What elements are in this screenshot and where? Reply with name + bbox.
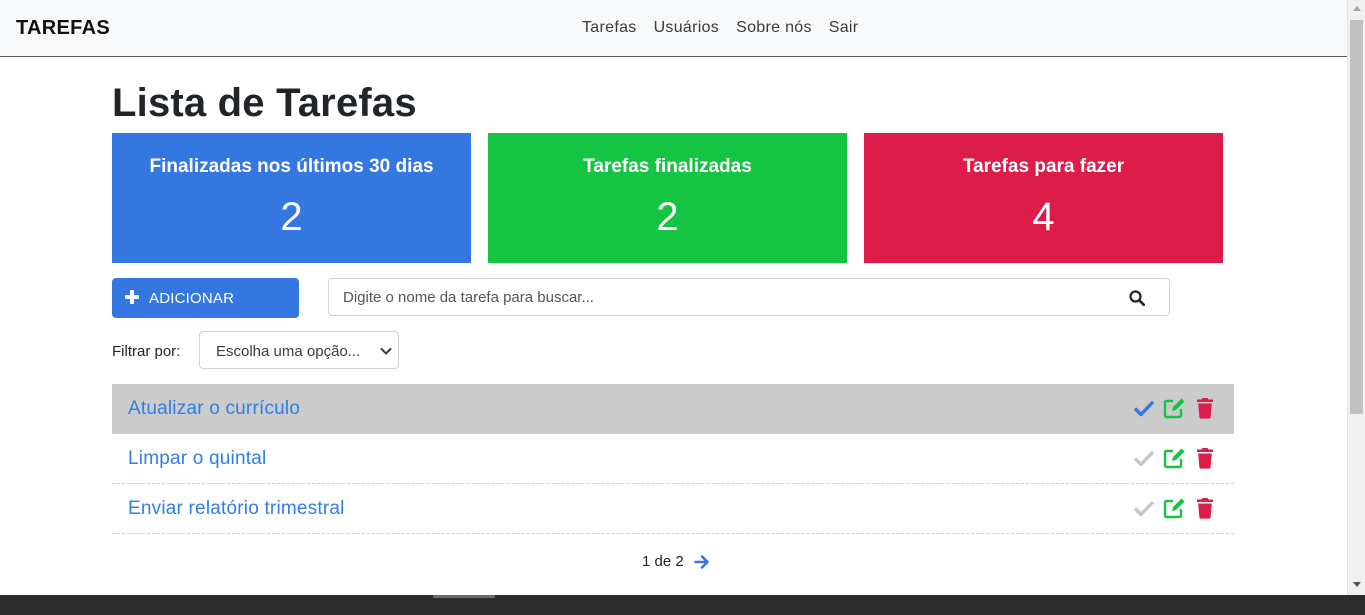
check-icon[interactable] [1133, 497, 1155, 519]
nav-link-tarefas[interactable]: Tarefas [582, 19, 637, 37]
stat-card-title: Finalizadas nos últimos 30 dias [149, 156, 434, 177]
brand-logo[interactable]: TAREFAS [16, 17, 110, 40]
pagination-text: 1 de 2 [642, 553, 684, 570]
filter-select-value: Escolha uma opção... [216, 343, 361, 360]
trash-icon[interactable] [1196, 447, 1214, 469]
scrollbar-thumb[interactable] [1350, 20, 1363, 414]
search-box [328, 278, 1170, 316]
chevron-down-icon [380, 347, 392, 355]
edit-icon[interactable] [1163, 397, 1186, 419]
arrow-right-icon[interactable] [694, 554, 710, 570]
stat-card-value: 4 [1032, 195, 1055, 239]
task-row: Limpar o quintal [112, 434, 1234, 484]
task-row: Enviar relatório trimestral [112, 484, 1234, 534]
stat-card-title: Tarefas para fazer [962, 156, 1125, 177]
edit-icon[interactable] [1163, 447, 1186, 469]
footer [0, 595, 1365, 615]
task-actions [1133, 447, 1213, 471]
trash-icon[interactable] [1196, 397, 1214, 419]
task-name-link[interactable]: Limpar o quintal [128, 448, 266, 470]
vertical-scrollbar[interactable] [1347, 0, 1365, 595]
check-icon[interactable] [1133, 447, 1155, 469]
task-row: Atualizar o currículo [112, 384, 1234, 434]
trash-icon[interactable] [1196, 497, 1214, 519]
stat-card-tasks-todo: Tarefas para fazer 4 [864, 133, 1223, 263]
stat-card-value: 2 [656, 195, 679, 239]
navbar: TAREFAS Tarefas Usuários Sobre nós Sair [0, 0, 1347, 57]
edit-icon[interactable] [1163, 497, 1186, 519]
task-name-link[interactable]: Atualizar o currículo [128, 398, 300, 420]
add-task-button-label: ADICIONAR [149, 290, 235, 307]
task-actions [1133, 497, 1213, 521]
nav-link-usuarios[interactable]: Usuários [654, 19, 720, 37]
nav-link-sair[interactable]: Sair [829, 19, 859, 37]
stat-card-finished-last-30-days: Finalizadas nos últimos 30 dias 2 [112, 133, 471, 263]
search-input[interactable] [330, 280, 1110, 314]
scroll-up-arrow-icon[interactable] [1353, 6, 1361, 11]
page-title: Lista de Tarefas [112, 81, 417, 125]
check-icon[interactable] [1133, 397, 1155, 419]
filter-label: Filtrar por: [112, 343, 181, 360]
add-task-button[interactable]: ADICIONAR [112, 278, 299, 318]
nav-links: Tarefas Usuários Sobre nós Sair [582, 19, 858, 37]
task-actions [1133, 397, 1213, 421]
pagination: 1 de 2 [642, 553, 709, 570]
scroll-down-arrow-icon[interactable] [1353, 582, 1361, 587]
stat-card-title: Tarefas finalizadas [583, 156, 752, 177]
task-name-link[interactable]: Enviar relatório trimestral [128, 498, 345, 520]
stat-card-finished-tasks: Tarefas finalizadas 2 [488, 133, 847, 263]
plus-icon [124, 289, 140, 305]
nav-link-sobre-nos[interactable]: Sobre nós [736, 19, 812, 37]
footer-divider [433, 595, 495, 598]
search-icon[interactable] [1129, 290, 1145, 306]
stat-card-value: 2 [280, 195, 303, 239]
filter-select[interactable]: Escolha uma opção... [199, 331, 399, 369]
